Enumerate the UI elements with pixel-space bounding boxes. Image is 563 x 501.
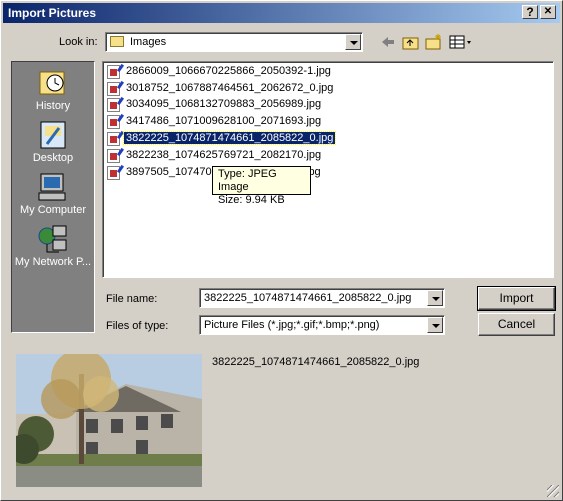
import-pictures-dialog: Import Pictures ? ✕ Look in: Images Hist… [0, 0, 563, 501]
chevron-down-icon[interactable] [427, 290, 443, 306]
cancel-button[interactable]: Cancel [478, 313, 555, 336]
history-icon [37, 68, 69, 98]
back-icon[interactable] [380, 35, 396, 49]
resize-grip[interactable] [547, 485, 559, 497]
look-in-label: Look in: [59, 36, 98, 48]
my-computer-icon [37, 172, 69, 202]
files-of-type-dropdown[interactable]: Picture Files (*.jpg;*.gif;*.bmp;*.png) [199, 315, 445, 335]
jpeg-file-icon [107, 149, 120, 163]
up-folder-icon[interactable] [402, 34, 420, 50]
look-in-value: Images [130, 36, 167, 48]
file-item-name: 3822238_1074625769721_2082170.jpg [126, 149, 322, 161]
places-desktop-label: Desktop [32, 152, 74, 164]
places-my-computer[interactable]: My Computer [12, 172, 94, 216]
file-name-value: 3822225_1074871474661_2085822_0.jpg [204, 292, 412, 304]
look-in-dropdown[interactable]: Images [105, 32, 363, 52]
jpeg-file-icon [107, 115, 120, 129]
tooltip-size: Size: 9.94 KB [218, 194, 285, 206]
jpeg-file-icon [107, 166, 120, 180]
close-button[interactable]: ✕ [540, 5, 556, 19]
jpeg-file-icon [107, 65, 120, 79]
file-info-tooltip: Type: JPEG Image Size: 9.94 KB [212, 166, 311, 206]
file-item-name: 3822225_1074871474661_2085822_0.jpg [122, 131, 337, 145]
files-of-type-value: Picture Files (*.jpg;*.gif;*.bmp;*.png) [204, 319, 380, 331]
places-desktop[interactable]: Desktop [12, 120, 94, 164]
file-item-name: 3897505_1074708 [126, 166, 218, 178]
desktop-icon [37, 120, 69, 150]
jpeg-file-icon [107, 82, 120, 96]
new-folder-icon[interactable] [425, 33, 443, 50]
import-button[interactable]: Import [477, 286, 556, 311]
chevron-down-icon[interactable] [427, 317, 443, 333]
file-name-input[interactable]: 3822225_1074871474661_2085822_0.jpg [199, 288, 445, 308]
help-button[interactable]: ? [522, 5, 538, 19]
files-of-type-label: Files of type: [106, 320, 169, 332]
places-bar: History Desktop My Computer My Network P… [11, 61, 95, 333]
file-item-name: 2866009_1066670225866_2050392-1.jpg [126, 65, 331, 77]
file-item-name: 3034095_1068132709883_2056989.jpg [126, 98, 322, 110]
jpeg-file-icon [107, 132, 120, 146]
jpeg-file-icon [107, 98, 120, 112]
view-menu-icon[interactable] [449, 35, 473, 49]
places-history[interactable]: History [12, 68, 94, 112]
preview-caption: 3822225_1074871474661_2085822_0.jpg [212, 356, 420, 368]
places-my-network[interactable]: My Network P... [12, 224, 94, 268]
my-network-places-icon [37, 224, 69, 254]
file-name-label: File name: [106, 293, 158, 305]
file-list[interactable]: 2866009_1066670225866_2050392-1.jpg 3018… [102, 61, 554, 278]
window-title: Import Pictures [8, 6, 97, 20]
file-item-name: 3417486_1071009628100_2071693.jpg [126, 115, 322, 127]
places-my-computer-label: My Computer [19, 204, 87, 216]
places-history-label: History [35, 100, 71, 112]
file-item-name: 3018752_1067887464561_2062672_0.jpg [126, 82, 334, 94]
tooltip-type: Type: JPEG Image [218, 168, 277, 193]
places-my-network-label: My Network P... [14, 256, 92, 268]
preview-image [16, 354, 202, 487]
chevron-down-icon[interactable] [345, 34, 361, 50]
folder-icon [110, 36, 124, 47]
title-bar[interactable]: Import Pictures ? ✕ [3, 3, 560, 23]
